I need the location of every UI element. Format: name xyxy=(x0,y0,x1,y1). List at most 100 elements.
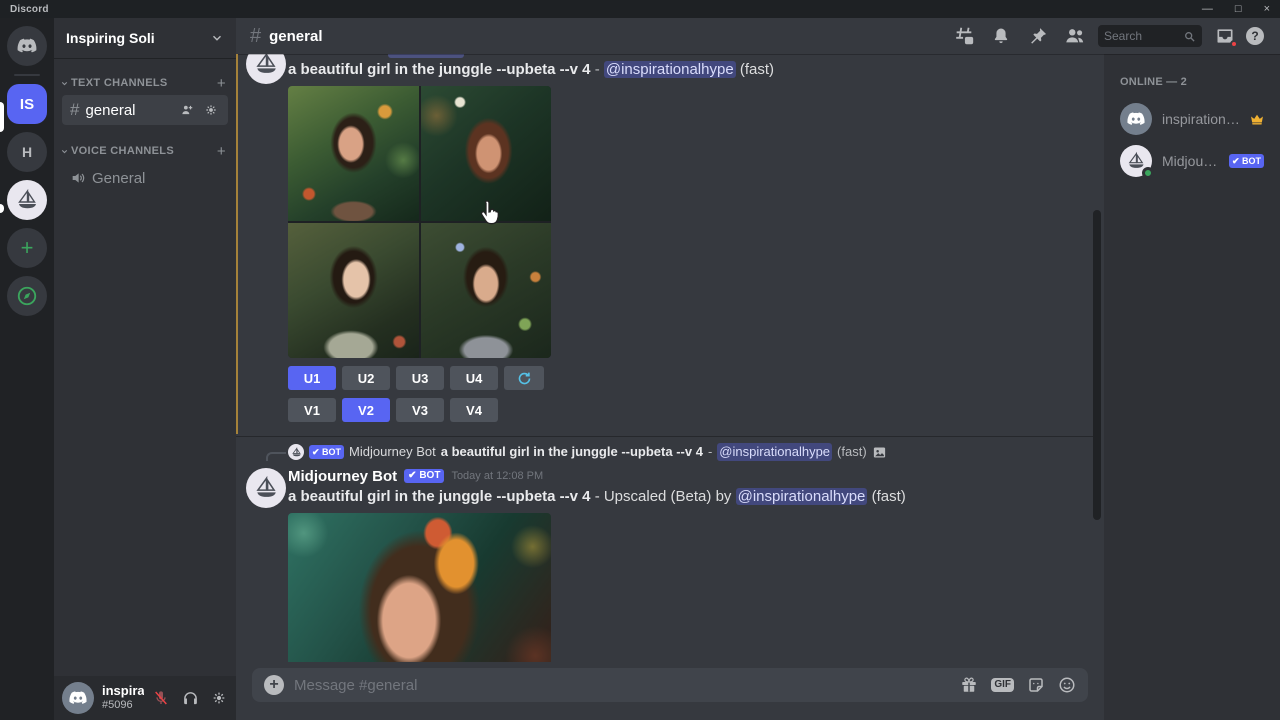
channel-general[interactable]: # general xyxy=(62,95,228,125)
inbox-icon[interactable] xyxy=(1214,25,1236,47)
text-channels-label: TEXT CHANNELS xyxy=(71,77,168,89)
user-mention[interactable]: @inspirationalhype xyxy=(717,443,832,461)
search-icon xyxy=(1183,30,1196,43)
notifications-bell-icon[interactable] xyxy=(990,25,1012,47)
hash-icon: # xyxy=(250,25,261,48)
message-input[interactable] xyxy=(294,677,950,694)
pinned-messages-icon[interactable] xyxy=(1027,25,1049,47)
window-titlebar: Discord — □ × xyxy=(0,0,1280,18)
window-title: Discord xyxy=(10,4,49,15)
v1-button[interactable]: V1 xyxy=(288,398,336,422)
v4-button[interactable]: V4 xyxy=(450,398,498,422)
user-settings-gear-icon[interactable] xyxy=(210,689,228,707)
server-rail: IS H + xyxy=(0,18,54,720)
content-area: # general xyxy=(236,18,1280,720)
chevron-down-icon xyxy=(210,31,224,45)
member-list: ONLINE — 2 inspirationalhype xyxy=(1104,54,1280,720)
v2-button[interactable]: V2 xyxy=(342,398,390,422)
channel-settings-gear-icon[interactable] xyxy=(202,101,220,119)
member-inspirationalhype[interactable]: inspirationalhype xyxy=(1112,98,1272,140)
sailboat-icon xyxy=(253,54,279,77)
member-name: inspirationalhype xyxy=(1162,111,1240,127)
emoji-picker-icon[interactable] xyxy=(1058,676,1076,694)
reroll-button[interactable] xyxy=(504,366,544,390)
channel-name: general xyxy=(85,102,135,119)
reply-prompt: a beautiful girl in the junggle --upbeta… xyxy=(441,443,703,461)
u2-button[interactable]: U2 xyxy=(342,366,390,390)
member-midjourney-bot[interactable]: Midjourney Bot ✔ BOT xyxy=(1112,140,1272,182)
gif-picker-button[interactable]: GIF xyxy=(991,678,1014,692)
server-name: Inspiring Soli xyxy=(66,30,155,46)
midjourney-bot-avatar[interactable] xyxy=(246,468,286,508)
v3-button[interactable]: V3 xyxy=(396,398,444,422)
attach-file-button[interactable]: + xyxy=(264,675,284,695)
explore-servers-button[interactable] xyxy=(7,276,47,316)
reroll-icon xyxy=(517,371,532,386)
gift-icon[interactable] xyxy=(960,676,978,694)
u4-button[interactable]: U4 xyxy=(450,366,498,390)
variation-button-row: V1 V2 V3 V4 xyxy=(288,398,1088,422)
bot-badge: ✔ BOT xyxy=(1229,154,1264,168)
inbox-unread-badge xyxy=(1230,40,1238,48)
close-button[interactable]: × xyxy=(1264,4,1270,15)
grid-variant-2 xyxy=(421,86,552,221)
message-grid: a beautiful girl in the junggle --upbeta… xyxy=(236,60,1104,422)
sailboat-icon xyxy=(253,475,279,501)
member-name: Midjourney Bot xyxy=(1162,153,1219,169)
help-icon[interactable]: ? xyxy=(1244,25,1266,47)
voice-channels-section[interactable]: VOICE CHANNELS + xyxy=(54,140,236,162)
discord-logo-icon xyxy=(16,35,38,57)
user-avatar[interactable] xyxy=(62,682,94,714)
home-button[interactable] xyxy=(7,26,47,66)
u3-button[interactable]: U3 xyxy=(396,366,444,390)
window-controls: — □ × xyxy=(1202,4,1270,15)
server-midjourney[interactable] xyxy=(7,180,47,220)
message-author[interactable]: Midjourney Bot xyxy=(288,468,397,485)
prompt-text: a beautiful girl in the junggle --upbeta… xyxy=(288,61,591,78)
server-inspiring-soli[interactable]: IS xyxy=(7,84,47,124)
user-mention[interactable]: @inspirationalhype xyxy=(736,488,868,505)
midjourney-grid-image[interactable] xyxy=(288,86,551,358)
create-invite-icon[interactable] xyxy=(178,101,196,119)
bot-badge: ✔ BOT xyxy=(404,469,444,483)
u1-button[interactable]: U1 xyxy=(288,366,336,390)
search-box[interactable] xyxy=(1098,25,1202,47)
username: inspiration... xyxy=(102,684,144,699)
create-text-channel-button[interactable]: + xyxy=(217,75,226,92)
text-channels-section[interactable]: TEXT CHANNELS + xyxy=(54,72,236,94)
chat-scrollbar[interactable] xyxy=(1093,210,1101,520)
discord-logo-icon xyxy=(68,688,88,708)
sailboat-icon xyxy=(15,188,39,212)
server-h[interactable]: H xyxy=(7,132,47,172)
speaker-icon xyxy=(70,170,86,186)
maximize-button[interactable]: □ xyxy=(1235,4,1242,15)
add-server-button[interactable]: + xyxy=(7,228,47,268)
headphones-icon[interactable] xyxy=(181,689,199,707)
user-discriminator: #5096 xyxy=(102,699,144,712)
grid-variant-4 xyxy=(421,223,552,358)
rail-divider xyxy=(14,74,40,76)
threads-icon[interactable] xyxy=(953,25,975,47)
message-input-bar: + GIF xyxy=(252,668,1088,702)
reply-avatar xyxy=(288,444,304,460)
member-list-toggle-icon[interactable] xyxy=(1064,25,1086,47)
midjourney-bot-avatar[interactable] xyxy=(246,54,286,84)
user-mention[interactable]: @inspirationalhype xyxy=(604,61,736,78)
voice-channel-general[interactable]: General xyxy=(62,163,228,193)
reply-author: Midjourney Bot xyxy=(349,443,436,461)
bot-badge: ✔ BOT xyxy=(309,445,344,459)
selected-server-indicator xyxy=(0,102,4,132)
sticker-icon[interactable] xyxy=(1027,676,1045,694)
server-header[interactable]: Inspiring Soli xyxy=(54,18,236,58)
search-input[interactable] xyxy=(1104,29,1183,43)
grid-variant-3 xyxy=(288,223,419,358)
reply-reference[interactable]: ✔ BOT Midjourney Bot a beautiful girl in… xyxy=(236,443,1104,461)
create-voice-channel-button[interactable]: + xyxy=(217,143,226,160)
upscaled-image[interactable] xyxy=(288,513,551,662)
online-count-header: ONLINE — 2 xyxy=(1112,76,1272,88)
compass-icon xyxy=(16,285,38,307)
prompt-text: a beautiful girl in the junggle --upbeta… xyxy=(288,488,591,505)
mic-muted-icon[interactable] xyxy=(152,689,170,707)
minimize-button[interactable]: — xyxy=(1202,4,1213,15)
online-status-dot xyxy=(1142,167,1154,179)
